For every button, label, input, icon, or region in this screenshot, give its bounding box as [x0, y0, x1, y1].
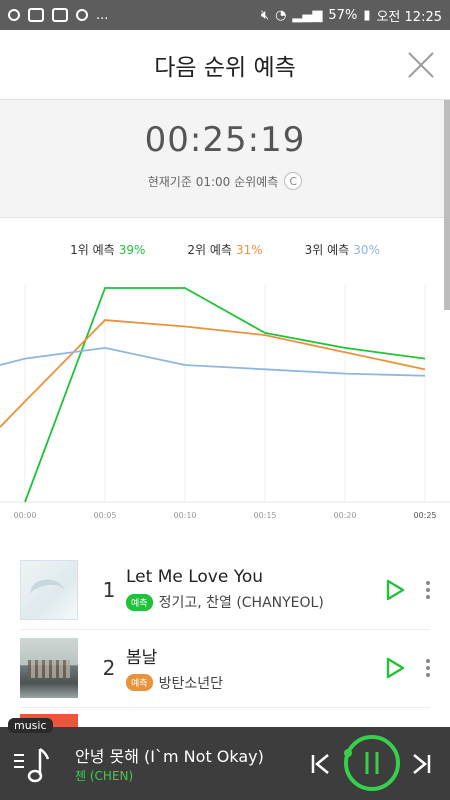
song-info: Let Me Love You 예측 정기고, 찬열 (CHANYEOL) [126, 567, 384, 612]
x-tick-label: 00:25 [413, 511, 436, 520]
countdown-timer: 00:25:19 [144, 120, 306, 160]
mute-icon: 🔇︎ [260, 7, 270, 23]
legend-percent: 31% [235, 243, 263, 257]
battery-icon: ▮ [363, 7, 371, 23]
music-tab-label[interactable]: music [8, 718, 53, 733]
list-item[interactable]: 1 Let Me Love You 예측 정기고, 찬열 (CHANYEOL) [20, 550, 430, 630]
song-info: 봄날 예측 방탄소년단 [126, 643, 384, 693]
chart-legend: 1위 예측 39% 2위 예측 31% 3위 예측 30% [0, 241, 450, 258]
pause-button[interactable] [342, 733, 402, 793]
artist-line: 예측 방탄소년단 [126, 673, 384, 693]
prediction-badge: 예측 [126, 593, 153, 611]
legend-label: 1위 예측 [70, 243, 115, 257]
x-tick-label: 00:10 [173, 511, 196, 520]
artist-line: 예측 정기고, 찬열 (CHANYEOL) [126, 592, 384, 612]
close-icon[interactable] [406, 50, 436, 80]
prediction-badge: 예측 [126, 674, 153, 691]
previous-track-icon[interactable] [310, 752, 332, 776]
mini-player[interactable]: music 안녕 못해 (I`m Not Okay) 첸 (CHEN) [0, 718, 450, 800]
song-title: 봄날 [126, 647, 158, 668]
page-title: 다음 순위 예측 [154, 54, 296, 81]
legend-item-3: 3위 예측 30% [305, 241, 380, 258]
x-tick-label: 00:20 [333, 511, 356, 520]
now-playing-title: 안녕 못해 (I`m Not Okay) [75, 747, 264, 766]
countdown-caption: 현재기준 01:00 순위예측 [147, 174, 279, 189]
rank-number: 1 [102, 577, 116, 602]
battery-percent: 57% [328, 7, 358, 23]
legend-label: 3위 예측 [304, 243, 350, 257]
refresh-icon[interactable]: C [284, 172, 303, 190]
next-track-icon[interactable] [410, 752, 432, 776]
countdown-panel: 00:25:19 현재기준 01:00 순위예측 C [0, 100, 450, 218]
song-title: Let Me Love You [126, 567, 264, 587]
signal-icon: ▂▄▆ [292, 7, 323, 23]
talk-icon [28, 8, 44, 22]
x-tick-label: 00:05 [93, 511, 116, 520]
music-note-icon[interactable] [12, 745, 52, 785]
album-art [20, 637, 78, 698]
legend-item-2: 2위 예측 31% [187, 241, 262, 258]
rank-number: 2 [102, 655, 116, 680]
now-playing-artist: 첸 (CHEN) [75, 769, 134, 783]
list-item[interactable]: 2 봄날 예측 방탄소년단 [20, 628, 430, 708]
circle-icon [76, 9, 88, 21]
status-bar: ... 🔇︎ ◔ ▂▄▆ 57% ▮ 오전 12:25 [0, 0, 450, 30]
page-header: 다음 순위 예측 [0, 30, 450, 100]
status-bar-left: ... [8, 8, 261, 23]
prediction-line-chart: 00:00 00:05 00:10 00:15 00:20 00:25 [0, 284, 450, 520]
x-tick-label: 00:15 [253, 511, 276, 520]
app-icon [8, 9, 20, 21]
legend-percent: 30% [353, 243, 380, 257]
play-icon[interactable] [384, 657, 406, 679]
status-bar-right: 🔇︎ ◔ ▂▄▆ 57% ▮ 오전 12:25 [261, 6, 442, 25]
talk-icon [52, 8, 68, 22]
legend-percent: 39% [118, 243, 146, 257]
wifi-icon: ◔ [275, 7, 287, 23]
play-icon[interactable] [384, 579, 406, 601]
legend-item-1: 1위 예측 39% [70, 241, 145, 258]
more-options-icon[interactable] [426, 658, 430, 677]
x-tick-label: 00:00 [13, 511, 36, 520]
countdown-caption-row: 현재기준 01:00 순위예측 C [0, 172, 450, 190]
status-ellipsis: ... [96, 7, 109, 23]
clock: 오전 12:25 [376, 9, 442, 25]
artist-name: 정기고, 찬열 (CHANYEOL) [158, 595, 324, 611]
legend-label: 2위 예측 [187, 243, 232, 257]
artist-name: 방탄소년단 [158, 675, 223, 692]
album-art [20, 559, 78, 620]
series-line-1 [24, 287, 426, 503]
more-options-icon[interactable] [426, 580, 430, 599]
